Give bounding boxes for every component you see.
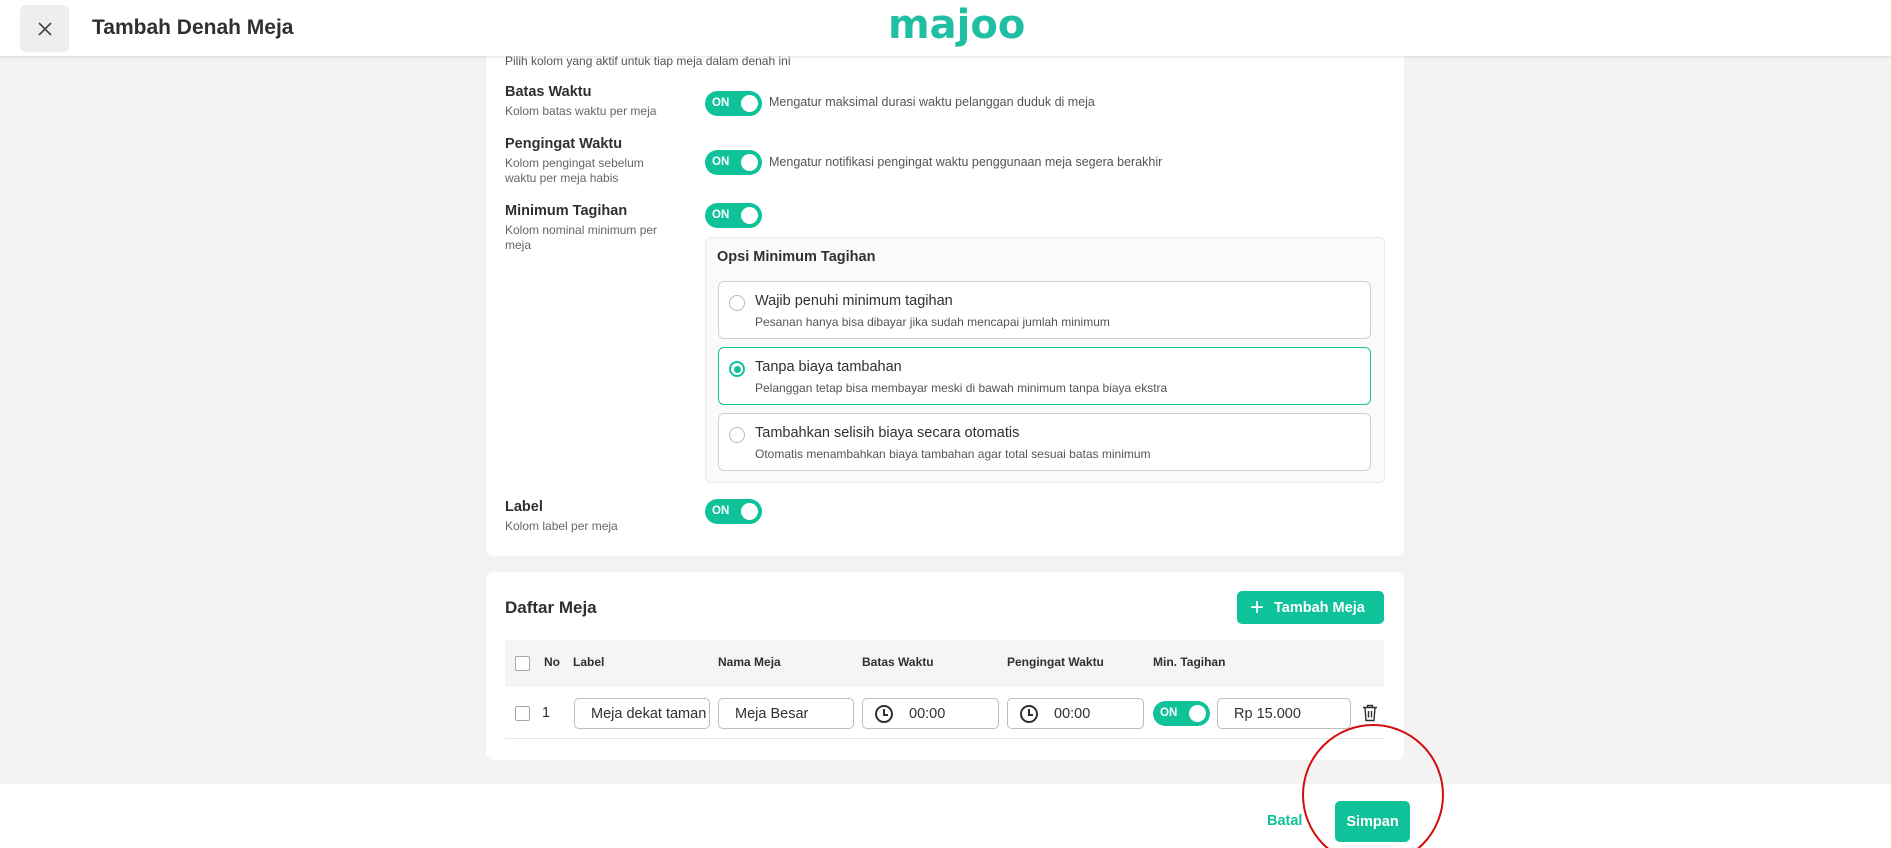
row-number: 1 xyxy=(542,705,551,721)
tambah-meja-label: Tambah Meja xyxy=(1274,599,1365,616)
nama-meja-input[interactable]: Meja Besar xyxy=(718,698,854,729)
minimum-tagihan-toggle[interactable]: ON xyxy=(705,203,762,228)
pengingat-waktu-toggle[interactable]: ON xyxy=(705,150,762,175)
toggle-knob xyxy=(741,154,758,171)
daftar-meja-title: Daftar Meja xyxy=(505,598,597,617)
label-setting: Label Kolom label per meja xyxy=(505,499,618,534)
batal-button[interactable]: Batal xyxy=(1267,813,1302,829)
app-header: Tambah Denah Meja majoo xyxy=(0,0,1891,56)
pengingat-waktu-desc-line2: waktu per meja habis xyxy=(505,171,619,185)
toggle-label: ON xyxy=(712,505,730,517)
toggle-label: ON xyxy=(712,97,730,109)
batas-waktu-setting: Batas Waktu Kolom batas waktu per meja xyxy=(505,84,656,119)
pengingat-waktu-title: Pengingat Waktu xyxy=(505,136,623,152)
minimum-tagihan-desc-line1: Kolom nominal minimum per xyxy=(505,223,658,237)
pengingat-waktu-toggle-desc: Mengatur notifikasi pengingat waktu peng… xyxy=(769,155,1163,169)
option-tambahkan-selisih[interactable]: Tambahkan selisih biaya secara otomatis … xyxy=(718,413,1371,471)
row-checkbox[interactable] xyxy=(515,706,530,721)
pengingat-waktu-desc: Kolom pengingat sebelum waktu per meja h… xyxy=(505,156,644,186)
clock-icon xyxy=(1020,704,1038,723)
batas-waktu-title: Batas Waktu xyxy=(505,84,592,100)
page-title: Tambah Denah Meja xyxy=(92,16,294,39)
pengingat-waktu-input[interactable]: 00:00 xyxy=(1007,698,1144,729)
option-desc: Otomatis menambahkan biaya tambahan agar… xyxy=(755,447,1151,461)
minimum-tagihan-desc-line2: meja xyxy=(505,238,532,252)
select-all-checkbox[interactable] xyxy=(515,656,530,671)
label-title: Label xyxy=(505,499,543,515)
column-header-label: Label xyxy=(573,655,605,669)
pengingat-waktu-desc-line1: Kolom pengingat sebelum xyxy=(505,156,644,170)
options-title: Opsi Minimum Tagihan xyxy=(717,249,876,265)
toggle-knob xyxy=(741,95,758,112)
label-desc: Kolom label per meja xyxy=(505,519,618,533)
pengingat-waktu-input-value: 00:00 xyxy=(1054,705,1091,722)
footer-bar xyxy=(0,784,1891,848)
column-header-pengingat-waktu: Pengingat Waktu xyxy=(1007,655,1104,669)
simpan-button[interactable]: Simpan xyxy=(1335,801,1410,842)
toggle-knob xyxy=(741,207,758,224)
minimum-tagihan-desc: Kolom nominal minimum per meja xyxy=(505,223,657,253)
toggle-label: ON xyxy=(712,209,730,221)
plus-icon: + xyxy=(1250,593,1265,621)
min-tagihan-input-value: Rp 15.000 xyxy=(1234,705,1301,722)
trash-icon[interactable] xyxy=(1362,704,1378,722)
row-divider xyxy=(505,738,1384,739)
column-header-nama-meja: Nama Meja xyxy=(718,655,781,669)
batas-waktu-input[interactable]: 00:00 xyxy=(862,698,999,729)
option-desc: Pelanggan tetap bisa membayar meski di b… xyxy=(755,381,1168,395)
radio-button[interactable] xyxy=(729,295,745,311)
table-header: No Label Nama Meja Batas Waktu Pengingat… xyxy=(505,640,1384,687)
toggle-knob xyxy=(1189,705,1206,722)
min-tagihan-input[interactable]: Rp 15.000 xyxy=(1217,698,1351,729)
minimum-tagihan-setting: Minimum Tagihan Kolom nominal minimum pe… xyxy=(505,203,657,253)
batas-waktu-toggle-desc: Mengatur maksimal durasi waktu pelanggan… xyxy=(769,95,1095,109)
minimum-tagihan-title: Minimum Tagihan xyxy=(505,203,628,219)
column-header-no: No xyxy=(544,655,560,669)
radio-button-selected[interactable] xyxy=(729,361,745,377)
toggle-knob xyxy=(741,503,758,520)
radio-button[interactable] xyxy=(729,427,745,443)
close-icon xyxy=(37,21,52,36)
column-settings-hint: Pilih kolom yang aktif untuk tiap meja d… xyxy=(505,54,791,68)
batas-waktu-toggle[interactable]: ON xyxy=(705,91,762,116)
option-desc: Pesanan hanya bisa dibayar jika sudah me… xyxy=(755,315,1110,329)
column-header-batas-waktu: Batas Waktu xyxy=(862,655,934,669)
option-title: Tambahkan selisih biaya secara otomatis xyxy=(755,425,1020,441)
column-header-min-tagihan: Min. Tagihan xyxy=(1153,655,1226,669)
label-toggle[interactable]: ON xyxy=(705,499,762,524)
option-tanpa-biaya[interactable]: Tanpa biaya tambahan Pelanggan tetap bis… xyxy=(718,347,1371,405)
close-button[interactable] xyxy=(20,5,69,52)
toggle-label: ON xyxy=(1160,707,1178,719)
batas-waktu-input-value: 00:00 xyxy=(909,705,946,722)
clock-icon xyxy=(875,704,893,723)
pengingat-waktu-setting: Pengingat Waktu Kolom pengingat sebelum … xyxy=(505,136,644,186)
tambah-meja-button[interactable]: + Tambah Meja xyxy=(1237,591,1384,624)
batas-waktu-desc: Kolom batas waktu per meja xyxy=(505,104,657,118)
option-title: Tanpa biaya tambahan xyxy=(755,359,902,375)
option-wajib-penuhi[interactable]: Wajib penuhi minimum tagihan Pesanan han… xyxy=(718,281,1371,339)
nama-meja-input-value: Meja Besar xyxy=(735,705,809,722)
majoo-logo: majoo xyxy=(888,2,1026,48)
label-input-value: Meja dekat taman xyxy=(591,705,707,722)
toggle-label: ON xyxy=(712,156,730,168)
option-title: Wajib penuhi minimum tagihan xyxy=(755,293,953,309)
min-tagihan-row-toggle[interactable]: ON xyxy=(1153,701,1210,726)
label-input[interactable]: Meja dekat taman xyxy=(574,698,710,729)
